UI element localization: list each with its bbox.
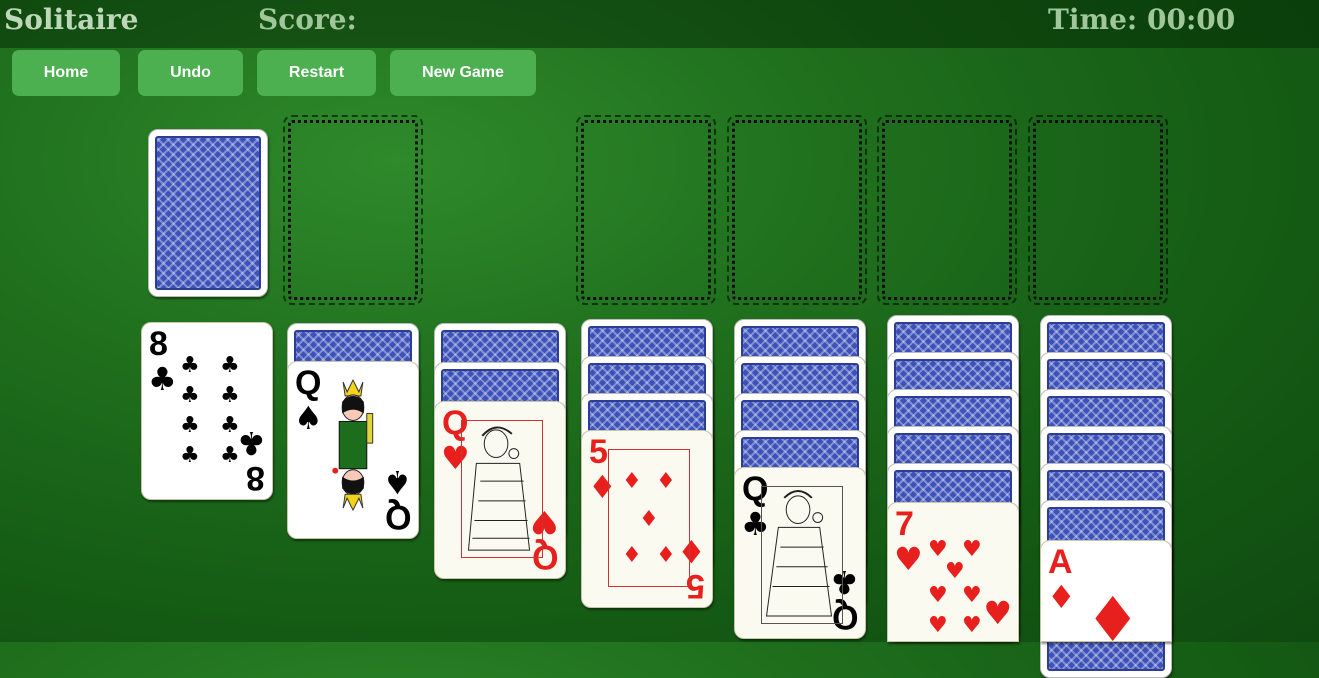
stock-pile[interactable] bbox=[148, 129, 268, 297]
diamonds-pip-icon: ♦ bbox=[622, 469, 642, 494]
card-rank: 7 bbox=[895, 505, 914, 543]
clubs-pip-icon: ♣ bbox=[220, 383, 240, 408]
tableau-4-top-card[interactable]: 5 ♦ 5 ♦ ♦ ♦ ♦ ♦ ♦ bbox=[581, 430, 713, 608]
clubs-pip-icon: ♣ bbox=[180, 413, 200, 438]
waste-slot[interactable] bbox=[283, 115, 423, 305]
diamonds-pip-icon: ♦ bbox=[656, 469, 676, 494]
restart-button[interactable]: Restart bbox=[257, 50, 376, 96]
clubs-pip-icon: ♣ bbox=[220, 443, 240, 468]
card-rank-bottom: 8 bbox=[246, 459, 265, 497]
hearts-pip-icon: ♥ bbox=[962, 583, 982, 608]
diamonds-pip-icon: ♦ bbox=[1085, 583, 1141, 642]
tableau-7-top-card[interactable]: A ♦ ♦ bbox=[1040, 540, 1172, 642]
diamonds-suit-icon: ♦ bbox=[1047, 578, 1076, 616]
hearts-pip-icon: ♥ bbox=[928, 583, 948, 608]
queen-figure-icon bbox=[765, 489, 833, 617]
clubs-pip-icon: ♣ bbox=[220, 413, 240, 438]
new-game-button[interactable]: New Game bbox=[390, 50, 536, 96]
clubs-pip-icon: ♣ bbox=[180, 383, 200, 408]
tableau-5-top-card[interactable]: Q ♣ Q ♣ bbox=[734, 467, 866, 639]
tableau-2-top-card[interactable]: Q ♠ Q ♠ bbox=[287, 361, 419, 539]
clubs-pip-icon: ♣ bbox=[220, 353, 240, 378]
undo-button[interactable]: Undo bbox=[138, 50, 243, 96]
foundation-slot-1[interactable] bbox=[576, 115, 716, 305]
hearts-suit-icon: ♥ bbox=[894, 540, 923, 578]
tableau-1-top-card[interactable]: 8 ♣ 8 ♣ ♣ ♣ ♣ ♣ ♣ ♣ ♣ ♣ bbox=[141, 322, 273, 500]
hearts-suit-icon: ♥ bbox=[983, 594, 1012, 632]
card-rank: 8 bbox=[149, 325, 168, 363]
timer-label: Time: 00:00 bbox=[1048, 3, 1236, 36]
clubs-suit-icon: ♣ bbox=[237, 424, 266, 462]
home-button[interactable]: Home bbox=[12, 50, 120, 96]
queen-figure-icon bbox=[467, 426, 531, 551]
diamonds-pip-icon: ♦ bbox=[622, 543, 642, 568]
card-back-pattern bbox=[155, 136, 261, 290]
hearts-pip-icon: ♥ bbox=[928, 613, 948, 638]
score-label: Score: bbox=[258, 3, 357, 36]
hearts-pip-icon: ♥ bbox=[962, 613, 982, 638]
foundation-slot-3[interactable] bbox=[877, 115, 1017, 305]
card-rank: A bbox=[1048, 543, 1073, 581]
diamonds-pip-icon: ♦ bbox=[639, 507, 659, 532]
foundation-slot-2[interactable] bbox=[727, 115, 867, 305]
game-title: Solitaire bbox=[4, 3, 139, 36]
tableau-3-top-card[interactable]: Q ♥ Q ♥ bbox=[434, 401, 566, 579]
clubs-pip-icon: ♣ bbox=[180, 443, 200, 468]
hearts-pip-icon: ♥ bbox=[928, 537, 948, 562]
card-rank: 5 bbox=[589, 433, 608, 471]
queen-figure-icon bbox=[332, 378, 374, 512]
hearts-pip-icon: ♥ bbox=[962, 537, 982, 562]
tableau-6-top-card[interactable]: 7 ♥ ♥ ♥ ♥ ♥ ♥ ♥ ♥ ♥ bbox=[887, 502, 1019, 642]
foundation-slot-4[interactable] bbox=[1028, 115, 1168, 305]
clubs-pip-icon: ♣ bbox=[180, 353, 200, 378]
clubs-suit-icon: ♣ bbox=[148, 360, 177, 398]
diamonds-pip-icon: ♦ bbox=[656, 543, 676, 568]
hearts-pip-icon: ♥ bbox=[945, 559, 965, 584]
